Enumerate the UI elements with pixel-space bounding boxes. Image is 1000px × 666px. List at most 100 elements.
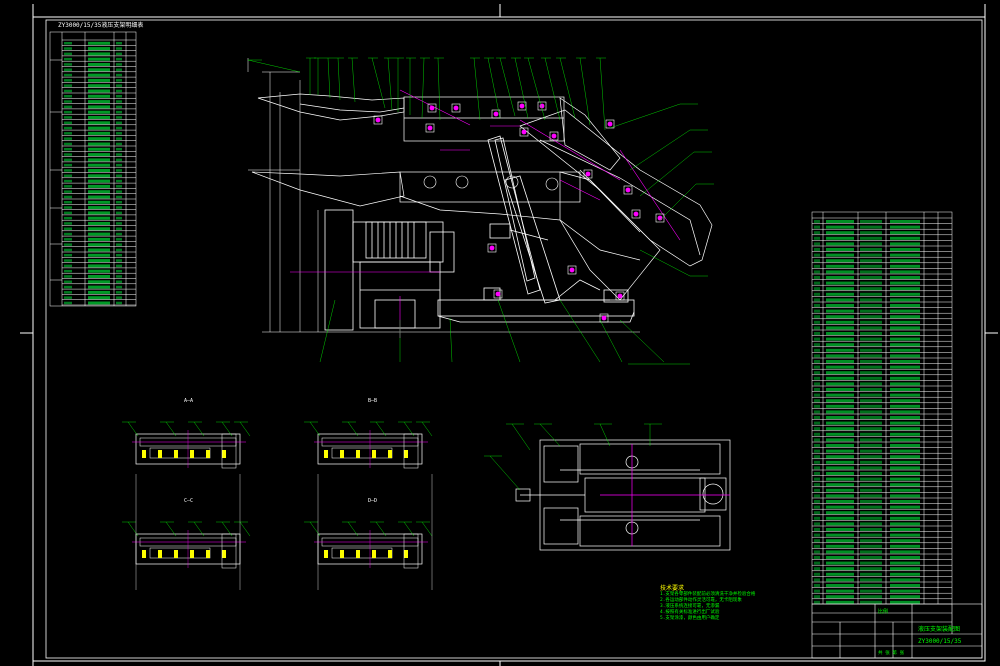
section-label-a: A—A — [184, 398, 194, 404]
bom-cell-fill — [88, 73, 110, 77]
bom-cell-fill — [814, 332, 820, 335]
bom-cell-fill — [814, 544, 820, 548]
bom-cell-fill — [826, 320, 854, 324]
bom-cell-fill — [860, 393, 882, 397]
bom-cell-fill — [116, 190, 122, 193]
bom-cell-fill — [826, 287, 854, 291]
bom-cell-fill — [88, 232, 110, 236]
bom-cell-fill — [814, 309, 820, 313]
bom-cell-fill — [890, 304, 920, 307]
bom-cell-fill — [826, 304, 854, 307]
bom-cell-fill — [64, 132, 72, 135]
bom-cell-fill — [860, 259, 882, 263]
leader-line — [639, 151, 695, 197]
bom-cell-fill — [890, 416, 920, 419]
bom-cell-fill — [814, 399, 820, 403]
bom-cell-fill — [826, 556, 854, 559]
bom-cell-fill — [814, 292, 820, 296]
pin-center — [539, 103, 545, 109]
bom-cell-fill — [116, 280, 122, 283]
bom-cell-fill — [116, 73, 122, 77]
bom-cell-fill — [826, 528, 854, 531]
drawing-code: ZY3000/15/35 — [918, 638, 962, 645]
bom-cell-fill — [826, 522, 854, 526]
bom-cell-fill — [860, 276, 882, 279]
bom-cell-fill — [890, 337, 920, 341]
section-leader — [127, 521, 139, 537]
bom-cell-fill — [64, 280, 72, 283]
bom-cell-fill — [890, 572, 920, 576]
pin-center — [607, 121, 613, 127]
bom-cell-fill — [826, 589, 854, 593]
bom-cell-fill — [814, 483, 820, 487]
bom-cell-fill — [88, 243, 110, 247]
bom-cell-fill — [116, 275, 122, 278]
bom-cell-fill — [890, 393, 920, 397]
bom-cell-fill — [88, 169, 110, 172]
section-weld-mark — [372, 450, 376, 458]
leader-line — [487, 57, 501, 119]
bom-cell-fill — [64, 211, 72, 215]
bom-cell-fill — [860, 444, 882, 447]
bom-cell-fill — [116, 68, 122, 71]
bom-cell-fill — [860, 231, 882, 235]
bom-cell-fill — [826, 466, 854, 470]
bom-cell-fill — [890, 488, 920, 492]
bom-cell-fill — [814, 253, 820, 257]
bom-cell-fill — [890, 399, 920, 403]
bom-cell-fill — [88, 195, 110, 199]
leader-line — [351, 57, 356, 103]
section-weld-mark — [222, 550, 226, 558]
leader-line — [639, 249, 691, 277]
bom-cell-fill — [826, 584, 854, 587]
bom-cell-fill — [116, 105, 122, 109]
leader-line — [599, 319, 623, 363]
section-leader — [239, 421, 251, 437]
bom-cell-fill — [826, 276, 854, 279]
bom-cell-fill — [64, 63, 72, 66]
section-weld-mark — [174, 450, 178, 458]
bom-cell-fill — [64, 79, 72, 82]
bom-cell-fill — [860, 488, 882, 492]
bom-cell-fill — [64, 179, 72, 183]
bom-cell-fill — [890, 231, 920, 235]
section-leader — [127, 421, 139, 437]
bom-cell-fill — [860, 432, 882, 436]
bom-cell-fill — [116, 301, 122, 305]
bom-cell-fill — [890, 343, 920, 347]
bom-cell-fill — [64, 121, 72, 124]
bom-cell-fill — [826, 332, 854, 335]
section-view-a — [122, 421, 251, 469]
bom-cell-fill — [826, 505, 854, 509]
bom-cell-fill — [826, 360, 854, 363]
bom-cell-fill — [860, 466, 882, 470]
bom-cell-fill — [814, 365, 820, 369]
section-weld-mark — [404, 450, 408, 458]
pin-center — [375, 117, 381, 123]
bom-cell-fill — [116, 211, 122, 215]
leader-line — [327, 57, 331, 99]
plan-view — [484, 423, 731, 551]
bom-cell-fill — [814, 427, 820, 431]
bom-cell-fill — [860, 388, 882, 391]
bom-cell-fill — [64, 163, 72, 167]
bom-cell-fill — [64, 243, 72, 246]
pin-center — [625, 187, 631, 193]
bom-cell-fill — [88, 57, 110, 61]
cad-drawing-canvas — [20, 4, 998, 666]
bom-cell-fill — [88, 94, 110, 98]
bom-cell-fill — [88, 63, 110, 66]
leader-line — [497, 299, 521, 363]
bom-cell-fill — [814, 225, 820, 229]
bom-cell-fill — [890, 326, 920, 330]
bom-cell-fill — [826, 343, 854, 347]
bom-cell-fill — [814, 455, 820, 459]
bom-cell-fill — [826, 416, 854, 419]
bom-cell-fill — [860, 544, 882, 548]
bom-cell-fill — [814, 248, 820, 251]
bom-cell-fill — [88, 153, 110, 157]
bom-cell-fill — [116, 254, 122, 257]
bom-cell-fill — [826, 567, 854, 571]
pin-center — [521, 129, 527, 135]
section-weld-mark — [372, 550, 376, 558]
